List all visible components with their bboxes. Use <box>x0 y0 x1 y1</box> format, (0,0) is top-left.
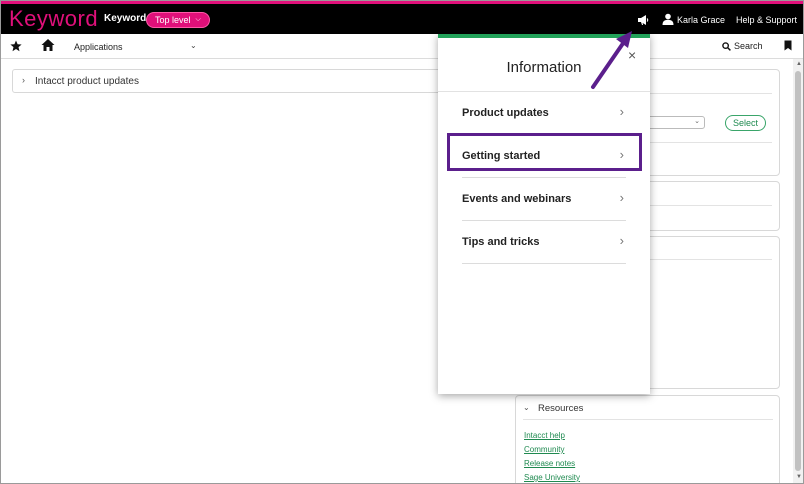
menu-item-label: Product updates <box>462 107 549 119</box>
chevron-down-icon: ⌵ <box>195 16 201 23</box>
entity-level-dropdown[interactable]: Top level ⌵ <box>146 12 210 28</box>
chevron-right-icon: › <box>619 233 624 248</box>
divider <box>650 142 772 143</box>
chevron-right-icon: › <box>22 75 25 85</box>
resources-title[interactable]: Resources <box>538 403 583 414</box>
divider <box>523 419 773 420</box>
divider <box>650 93 772 94</box>
select-button[interactable]: Select <box>725 115 766 131</box>
dropdown-select[interactable]: ⌄ <box>641 116 705 129</box>
star-icon[interactable] <box>10 40 22 52</box>
company-name: Keyword <box>104 13 147 24</box>
menu-item-events-webinars[interactable]: Events and webinars › <box>462 178 626 221</box>
logo[interactable]: Keyword <box>9 6 98 32</box>
menu-item-label: Events and webinars <box>462 193 572 205</box>
home-icon[interactable] <box>41 38 55 52</box>
annotation-highlight-box <box>447 133 642 171</box>
help-support-link[interactable]: Help & Support <box>736 15 797 25</box>
scrollbar-thumb[interactable] <box>795 71 801 471</box>
resource-link[interactable]: Release notes <box>524 459 575 468</box>
chevron-down-icon[interactable]: ⌄ <box>523 403 530 412</box>
resource-link[interactable]: Community <box>524 445 564 454</box>
resource-link[interactable]: Sage University <box>524 473 580 482</box>
entity-level-label: Top level <box>155 15 191 25</box>
user-name[interactable]: Karla Grace <box>677 15 725 25</box>
search-label: Search <box>734 41 763 51</box>
resource-link[interactable]: Intacct help <box>524 431 565 440</box>
menu-item-label: Tips and tricks <box>462 236 540 248</box>
chevron-down-icon[interactable]: ⌄ <box>190 41 197 50</box>
product-updates-panel[interactable]: › Intacct product updates <box>12 69 442 93</box>
top-header: Keyword Keyword Top level ⌵ Karla Grace … <box>1 1 803 34</box>
panel-title: Intacct product updates <box>35 76 139 87</box>
search-button[interactable]: Search <box>722 41 763 51</box>
annotation-arrow-icon <box>591 31 632 89</box>
divider <box>650 259 772 260</box>
chevron-right-icon: › <box>619 104 624 119</box>
applications-menu[interactable]: Applications <box>74 42 123 52</box>
scroll-up-arrow-icon[interactable]: ▲ <box>796 61 802 67</box>
menu-item-product-updates[interactable]: Product updates › <box>462 92 626 135</box>
bookmark-icon[interactable] <box>784 40 792 51</box>
logo-text: Keyword <box>9 6 99 31</box>
nav-bar: Applications ⌄ Search <box>1 34 803 59</box>
app-window: Keyword Keyword Top level ⌵ Karla Grace … <box>0 0 804 484</box>
scroll-down-arrow-icon[interactable]: ▼ <box>796 474 802 480</box>
chevron-down-icon: ⌄ <box>694 118 700 125</box>
search-icon <box>722 41 731 51</box>
user-icon[interactable] <box>662 13 674 25</box>
divider <box>650 205 772 206</box>
megaphone-icon[interactable] <box>636 13 650 27</box>
chevron-right-icon: › <box>619 190 624 205</box>
menu-item-tips-tricks[interactable]: Tips and tricks › <box>462 221 626 264</box>
